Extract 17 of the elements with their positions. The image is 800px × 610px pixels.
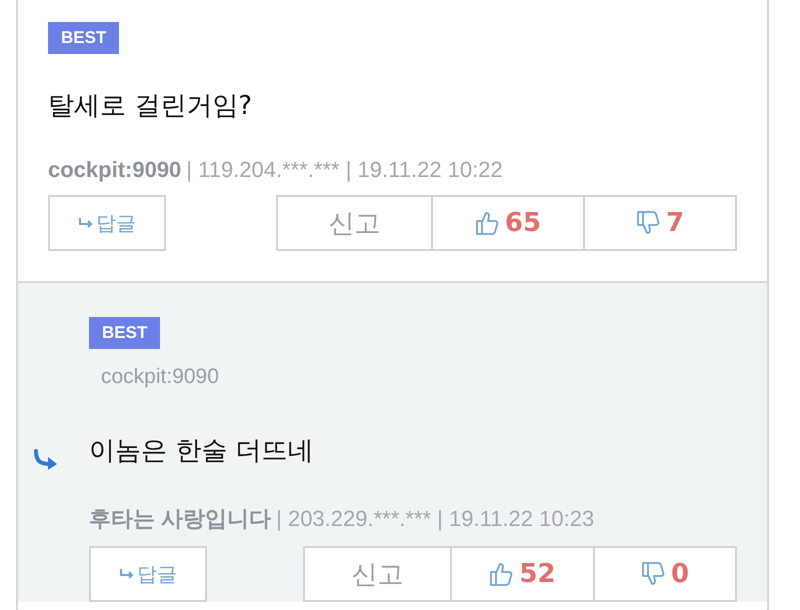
comment-author: 후타는 사랑입니다 (89, 506, 272, 531)
reply-arrow-icon (78, 217, 94, 229)
thumbs-down-icon (640, 561, 665, 587)
reply-button[interactable]: 답글 (89, 546, 207, 602)
comment-text: 이놈은 한술 더뜨네 (89, 435, 314, 468)
comment-author: cockpit:9090 (48, 157, 182, 182)
thumbs-up-icon (489, 561, 514, 587)
reply-button[interactable]: 답글 (48, 195, 166, 251)
comment-text: 탈세로 걸린거임? (48, 90, 252, 123)
best-badge: BEST (48, 22, 120, 54)
thumbs-down-icon (636, 210, 660, 236)
reply-arrow-icon (119, 568, 135, 580)
best-badge: BEST (89, 317, 160, 349)
comment-info: | 203.229.***.*** | 19.11.22 10:23 (276, 506, 594, 531)
comment-info: | 119.204.***.*** | 19.11.22 10:22 (186, 157, 503, 182)
reply-to-author: cockpit:9090 (101, 365, 219, 389)
thumbs-up-icon (474, 210, 499, 236)
